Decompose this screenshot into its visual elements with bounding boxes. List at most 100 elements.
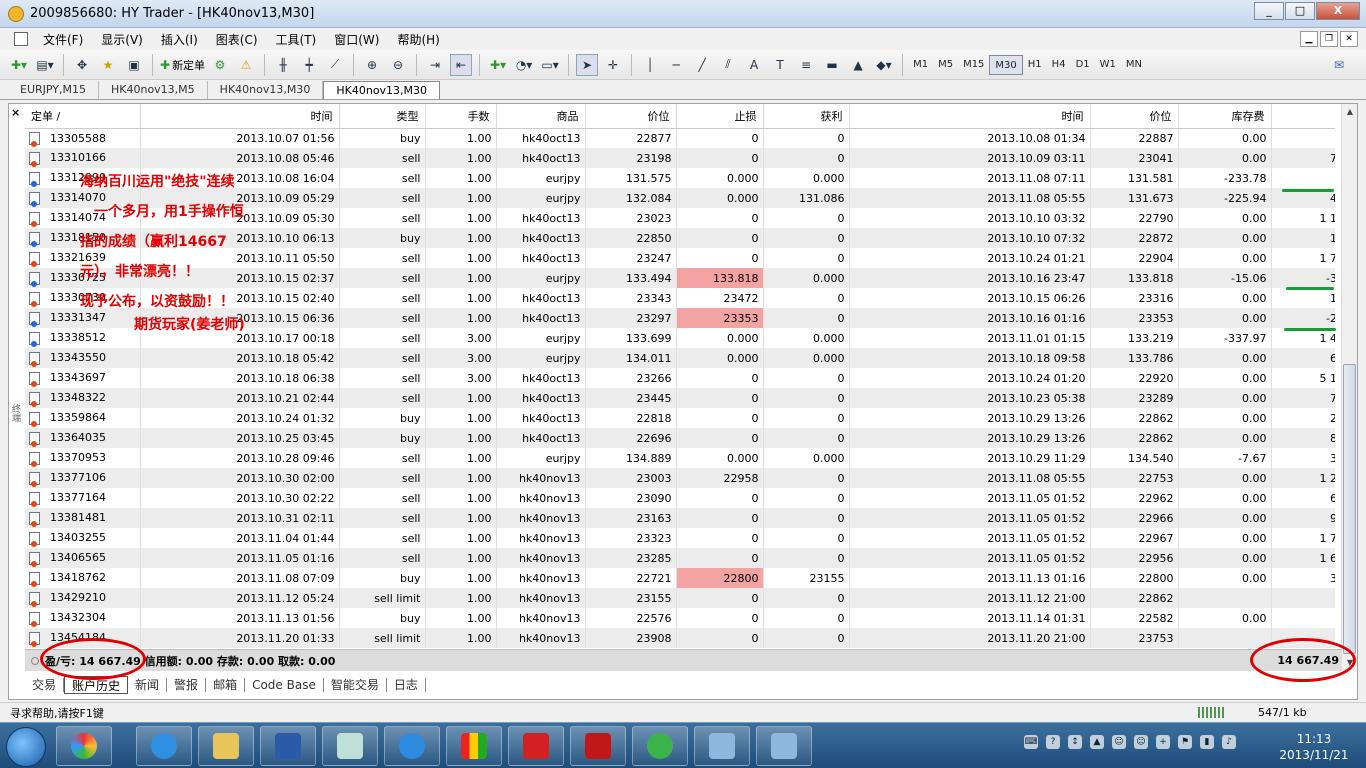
tab-hk40nov13-m30[interactable]: HK40nov13,M30	[208, 81, 324, 99]
table-row[interactable]: 13406565 2013.11.05 01:16 sell 1.00 hk40nov1…	[25, 548, 1335, 568]
new-order-button[interactable]: ✚ 新定单	[160, 54, 205, 76]
maximize-button[interactable]: □	[1285, 2, 1315, 20]
table-row[interactable]: 13305588 2013.10.07 01:56 buy 1.00 hk40oct13…	[25, 128, 1335, 148]
taskbar-app[interactable]	[136, 726, 192, 766]
vertical-line-icon[interactable]: │	[639, 54, 661, 76]
chart-window-icon[interactable]	[14, 32, 28, 46]
line-chart-icon[interactable]: ⟋	[324, 54, 346, 76]
tab-code-base[interactable]: Code Base	[245, 678, 324, 692]
scroll-thumb[interactable]	[1343, 364, 1356, 654]
header-open-time[interactable]: 时间	[140, 104, 340, 129]
table-row[interactable]: 13364035 2013.10.25 03:45 buy 1.00 hk40oct13…	[25, 428, 1335, 448]
tab-hk40nov13-m5[interactable]: HK40nov13,M5	[99, 81, 208, 99]
tab-news[interactable]: 新闻	[128, 678, 168, 692]
arrows-icon[interactable]: ◆▾	[873, 54, 895, 76]
mdi-minimize-button[interactable]: ▁	[1300, 31, 1318, 47]
header-take-profit[interactable]: 获利	[763, 104, 850, 129]
scroll-up-icon[interactable]: ▲	[1342, 104, 1358, 120]
templates-icon[interactable]: ▭▾	[539, 54, 561, 76]
trendline-icon[interactable]: ╱	[691, 54, 713, 76]
network-icon[interactable]: ↕	[1068, 735, 1082, 749]
taskbar-app[interactable]	[198, 726, 254, 766]
header-type[interactable]: 类型	[339, 104, 426, 129]
menu-view[interactable]: 显示(V)	[92, 31, 152, 48]
timeframe-m30[interactable]: M30	[989, 54, 1023, 75]
header-ticket[interactable]: 定单 /	[25, 104, 141, 129]
expert-advisors-icon[interactable]: ⚙	[209, 54, 231, 76]
terminal-close-icon[interactable]: ×	[11, 106, 20, 119]
table-row[interactable]: 13370953 2013.10.28 09:46 sell 1.00 eurjpy 13…	[25, 448, 1335, 468]
signal-icon[interactable]: ▮	[1200, 735, 1214, 749]
candlestick-icon[interactable]: ┿	[298, 54, 320, 76]
taskbar-app[interactable]	[756, 726, 812, 766]
triangle-icon[interactable]: ▲	[847, 54, 869, 76]
periods-icon[interactable]: ◔▾	[513, 54, 535, 76]
flag-icon[interactable]: ⚑	[1178, 735, 1192, 749]
taskbar-app[interactable]	[384, 726, 440, 766]
autoscroll-icon[interactable]: ⇥	[424, 54, 446, 76]
taskbar-app[interactable]	[260, 726, 316, 766]
header-swap[interactable]: 库存费	[1178, 104, 1272, 129]
tab-mailbox[interactable]: 邮箱	[206, 678, 246, 692]
tab-eurjpy-m15[interactable]: EURJPY,M15	[8, 81, 99, 99]
mdi-close-button[interactable]: ✕	[1340, 31, 1358, 47]
table-row[interactable]: 13429210 2013.11.12 05:24 sell limit 1.00 hk…	[25, 588, 1335, 608]
alert-icon[interactable]: ⚠	[235, 54, 257, 76]
timeframe-m15[interactable]: M15	[958, 55, 989, 75]
taskbar-app[interactable]	[322, 726, 378, 766]
arrow-up-icon[interactable]: ▲	[1090, 735, 1104, 749]
table-row[interactable]: 13418762 2013.11.08 07:09 buy 1.00 hk40nov13…	[25, 568, 1335, 588]
menu-file[interactable]: 文件(F)	[34, 31, 92, 48]
table-row[interactable]: 13454184 2013.11.20 01:33 sell limit 1.00 hk…	[25, 628, 1335, 648]
keyboard-icon[interactable]: ⌨	[1024, 735, 1038, 749]
system-clock[interactable]: 11:13 2013/11/21	[1270, 731, 1358, 763]
header-close-time[interactable]: 时间	[849, 104, 1091, 129]
text-icon[interactable]: A	[743, 54, 765, 76]
menu-insert[interactable]: 插入(I)	[152, 31, 207, 48]
taskbar-app[interactable]	[632, 726, 688, 766]
tab-journal[interactable]: 日志	[387, 678, 426, 692]
terminal-icon[interactable]: ▣	[123, 54, 145, 76]
table-row[interactable]: 13403255 2013.11.04 01:44 sell 1.00 hk40nov1…	[25, 528, 1335, 548]
tab-hk40nov13-m30-active[interactable]: HK40nov13,M30	[323, 81, 441, 99]
taskbar-app[interactable]	[56, 726, 112, 766]
timeframe-w1[interactable]: W1	[1095, 55, 1121, 75]
table-row[interactable]: 13359864 2013.10.24 01:32 buy 1.00 hk40oct13…	[25, 408, 1335, 428]
header-stop-loss[interactable]: 止损	[676, 104, 764, 129]
table-row[interactable]: 13377106 2013.10.30 02:00 sell 1.00 hk40nov1…	[25, 468, 1335, 488]
table-row[interactable]: 13310166 2013.10.08 05:46 sell 1.00 hk40oct1…	[25, 148, 1335, 168]
market-watch-icon[interactable]: ✥	[71, 54, 93, 76]
crosshair-icon[interactable]: ✛	[602, 54, 624, 76]
timeframe-h1[interactable]: H1	[1023, 55, 1047, 75]
timeframe-d1[interactable]: D1	[1071, 55, 1095, 75]
table-row[interactable]: 13343550 2013.10.18 05:42 sell 3.00 eurjpy 13…	[25, 348, 1335, 368]
taskbar-app[interactable]	[694, 726, 750, 766]
table-row[interactable]: 13381481 2013.10.31 02:11 sell 1.00 hk40nov1…	[25, 508, 1335, 528]
taskbar-app[interactable]	[446, 726, 502, 766]
indicators-icon[interactable]: ✚▾	[487, 54, 509, 76]
start-button[interactable]	[6, 727, 46, 767]
volume-icon[interactable]: ♪	[1222, 735, 1236, 749]
table-row[interactable]: 13343697 2013.10.18 06:38 sell 3.00 hk40oct1…	[25, 368, 1335, 388]
menu-window[interactable]: 窗口(W)	[325, 31, 388, 48]
equidistant-channel-icon[interactable]: ⫽	[717, 54, 739, 76]
timeframe-m5[interactable]: M5	[933, 55, 958, 75]
zoom-in-icon[interactable]: ⊕	[361, 54, 383, 76]
header-symbol[interactable]: 商品	[496, 104, 586, 129]
qq-icon[interactable]: ☺	[1112, 735, 1126, 749]
horizontal-line-icon[interactable]: ─	[665, 54, 687, 76]
cursor-icon[interactable]: ➤	[576, 53, 599, 76]
fibonacci-icon[interactable]: ≡	[795, 54, 817, 76]
header-open-price[interactable]: 价位	[585, 104, 677, 129]
new-chart-icon[interactable]: ✚▾	[8, 54, 30, 76]
header-profit[interactable]: 获利	[1271, 104, 1335, 129]
tab-expert-advisors[interactable]: 智能交易	[324, 678, 387, 692]
header-size[interactable]: 手数	[425, 104, 497, 129]
timeframe-h4[interactable]: H4	[1047, 55, 1071, 75]
vertical-scrollbar[interactable]: ▲ ▼	[1341, 104, 1357, 671]
taskbar-app[interactable]	[508, 726, 564, 766]
rectangle-icon[interactable]: ▬	[821, 54, 843, 76]
menu-tools[interactable]: 工具(T)	[267, 31, 326, 48]
bar-chart-icon[interactable]: ╫	[272, 54, 294, 76]
close-button[interactable]: X	[1316, 2, 1360, 20]
